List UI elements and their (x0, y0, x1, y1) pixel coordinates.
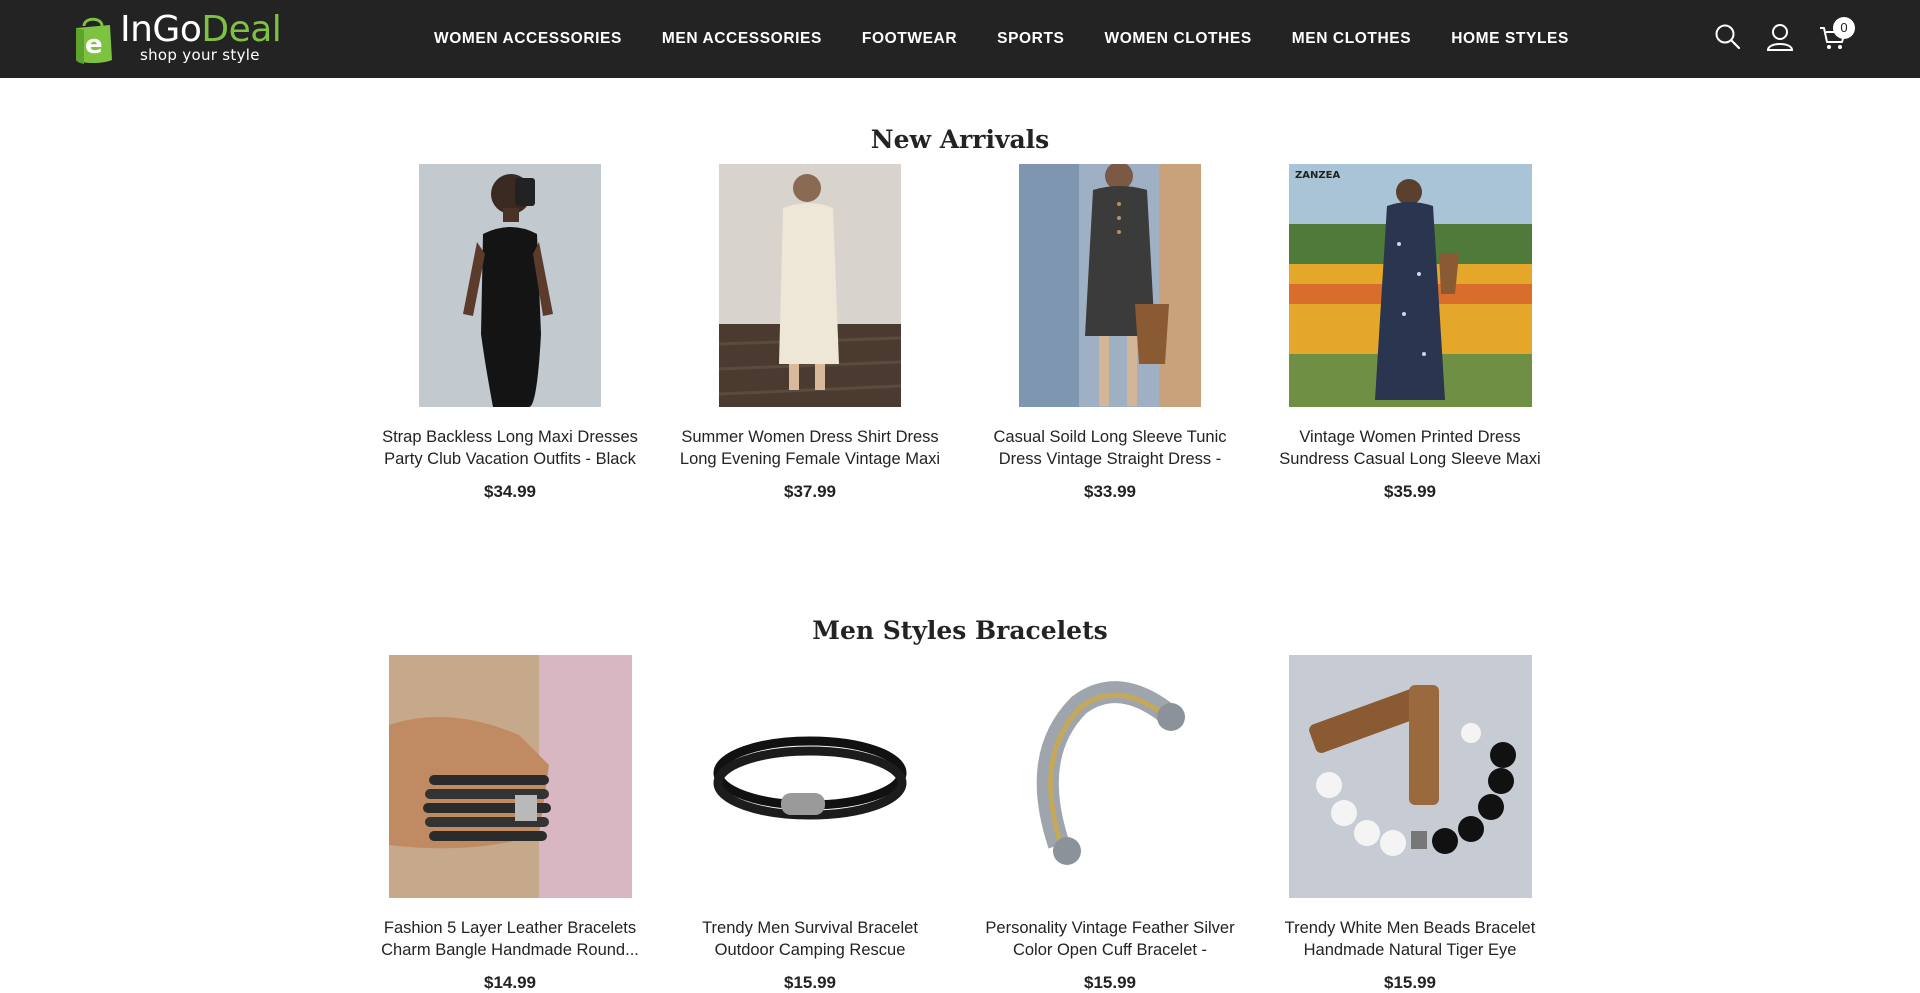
cart-count-badge: 0 (1833, 17, 1855, 39)
nav-link-home-styles[interactable]: HOME STYLES (1451, 30, 1569, 47)
product-title[interactable]: Trendy Men Survival Bracelet Outdoor Cam… (675, 917, 945, 961)
nav-link-men-clothes[interactable]: MEN CLOTHES (1292, 30, 1411, 47)
product-image[interactable] (1288, 655, 1532, 898)
product-card[interactable]: Fashion 5 Layer Leather Bracelets Charm … (375, 655, 645, 993)
section-title: Men Styles Bracelets (812, 616, 1108, 645)
product-image[interactable] (388, 655, 632, 898)
product-image[interactable]: ZANZEA (1288, 164, 1532, 407)
nav-item-men-accessories: MEN ACCESSORIES (662, 30, 822, 48)
section-men-styles-bracelets: Men Styles Bracelets (0, 614, 1920, 648)
brand-name-part1: InGo (120, 9, 202, 50)
product-title[interactable]: Trendy White Men Beads Bracelet Handmade… (1275, 917, 1545, 961)
product-title[interactable]: Fashion 5 Layer Leather Bracelets Charm … (375, 917, 645, 961)
product-image[interactable] (419, 164, 601, 407)
product-card[interactable]: ZANZEA Vintage Women Printed Dress Sundr… (1275, 164, 1545, 502)
product-price: $15.99 (1384, 973, 1436, 992)
nav-link-sports[interactable]: SPORTS (997, 30, 1064, 47)
product-title[interactable]: Summer Women Dress Shirt Dress Long Even… (675, 426, 945, 470)
site-header: e InGoDeal shop your style WOMEN ACCESSO… (0, 0, 1920, 78)
nav-link-women-clothes[interactable]: WOMEN CLOTHES (1104, 30, 1251, 47)
product-card[interactable]: Strap Backless Long Maxi Dresses Party C… (375, 164, 645, 502)
nav-link-men-accessories[interactable]: MEN ACCESSORIES (662, 30, 822, 47)
svg-text:ZANZEA: ZANZEA (1295, 170, 1340, 181)
product-image[interactable] (1019, 164, 1201, 407)
shopping-bag-logo-icon: e (72, 12, 116, 64)
brand-name: InGoDeal (120, 9, 282, 50)
nav-item-footwear: FOOTWEAR (862, 30, 957, 48)
product-card[interactable]: Trendy Men Survival Bracelet Outdoor Cam… (675, 655, 945, 993)
nav-item-men-clothes: MEN CLOTHES (1292, 30, 1411, 48)
product-price: $35.99 (1384, 482, 1436, 501)
nav-link-women-accessories[interactable]: WOMEN ACCESSORIES (434, 30, 622, 47)
nav-item-women-accessories: WOMEN ACCESSORIES (434, 30, 622, 48)
brand-tagline: shop your style (140, 46, 260, 64)
section-title: New Arrivals (870, 125, 1050, 154)
site-logo[interactable]: e InGoDeal shop your style (72, 12, 282, 66)
logo-wordmark: InGoDeal shop your style (120, 9, 282, 64)
product-title[interactable]: Strap Backless Long Maxi Dresses Party C… (375, 426, 645, 470)
product-price: $14.99 (484, 973, 536, 992)
product-image[interactable] (688, 655, 932, 898)
main-nav: WOMEN ACCESSORIES MEN ACCESSORIES FOOTWE… (434, 0, 1609, 78)
product-price: $34.99 (484, 482, 536, 501)
nav-item-sports: SPORTS (997, 30, 1064, 48)
product-price: $33.99 (1084, 482, 1136, 501)
product-card[interactable]: Casual Soild Long Sleeve Tunic Dress Vin… (975, 164, 1245, 502)
brand-name-part2: Deal (201, 9, 282, 50)
product-image[interactable] (988, 655, 1232, 898)
section-new-arrivals: New Arrivals (0, 123, 1920, 157)
nav-item-home-styles: HOME STYLES (1451, 30, 1569, 48)
product-price: $37.99 (784, 482, 836, 501)
product-price: $15.99 (784, 973, 836, 992)
product-title[interactable]: Casual Soild Long Sleeve Tunic Dress Vin… (975, 426, 1245, 470)
user-icon[interactable] (1765, 22, 1795, 52)
search-icon[interactable] (1713, 22, 1743, 52)
product-title[interactable]: Vintage Women Printed Dress Sundress Cas… (1275, 426, 1545, 470)
product-title[interactable]: Personality Vintage Feather Silver Color… (975, 917, 1245, 961)
product-card[interactable]: Summer Women Dress Shirt Dress Long Even… (675, 164, 945, 502)
product-price: $15.99 (1084, 973, 1136, 992)
nav-item-women-clothes: WOMEN CLOTHES (1104, 30, 1251, 48)
product-image[interactable] (719, 164, 901, 407)
product-card[interactable]: Personality Vintage Feather Silver Color… (975, 655, 1245, 993)
product-card[interactable]: Trendy White Men Beads Bracelet Handmade… (1275, 655, 1545, 993)
svg-text:e: e (85, 30, 103, 60)
nav-link-footwear[interactable]: FOOTWEAR (862, 30, 957, 47)
